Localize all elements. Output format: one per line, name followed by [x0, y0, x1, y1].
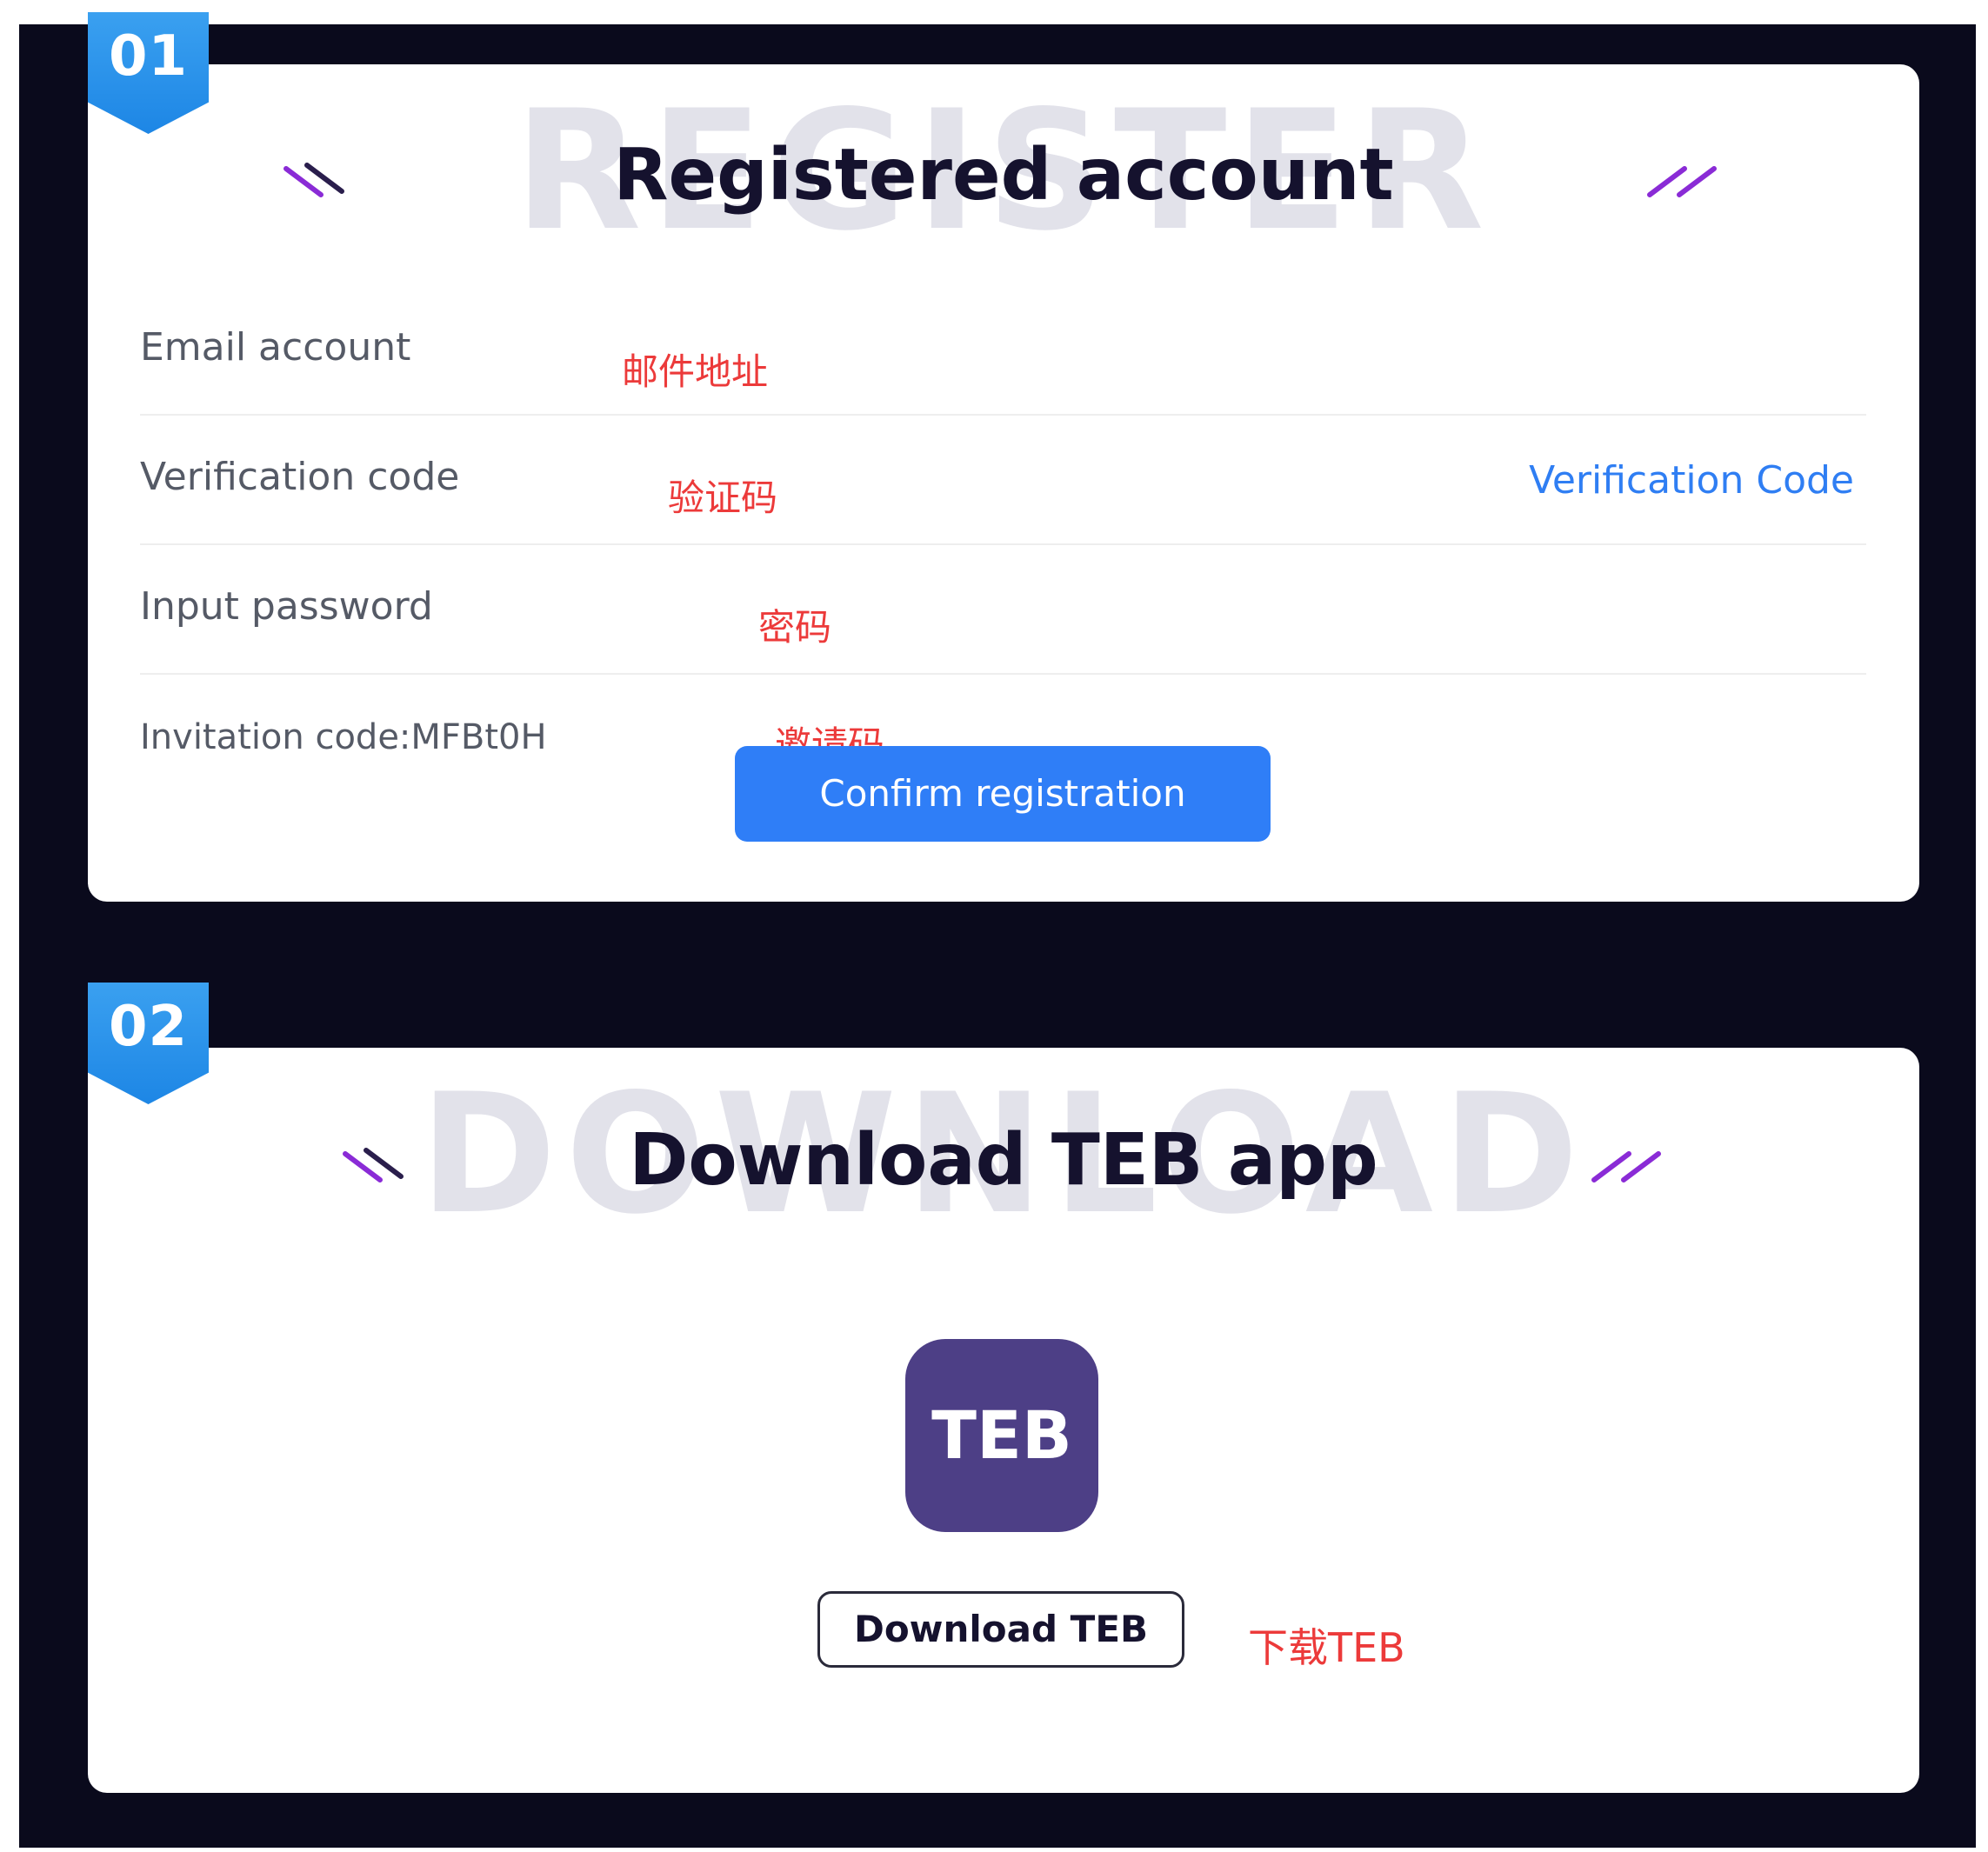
- verification-code-placeholder: Verification code: [140, 455, 460, 499]
- email-field[interactable]: Email account 邮件地址: [140, 285, 1866, 416]
- verification-code-field[interactable]: Verification code 验证码 Verification Code: [140, 415, 1866, 545]
- right-slash-decoration-icon: [1591, 1151, 1661, 1182]
- right-slash-decoration-icon: [1647, 166, 1717, 197]
- download-annotation: 下载TEB: [1248, 1624, 1405, 1671]
- confirm-registration-button[interactable]: Confirm registration: [735, 746, 1271, 842]
- send-verification-code-link[interactable]: Verification Code: [1529, 458, 1854, 503]
- invitation-code-label: Invitation code:MFBt0H: [140, 717, 547, 757]
- password-placeholder: Input password: [140, 584, 433, 629]
- register-card: REGISTER Registered account Email accoun…: [88, 64, 1919, 902]
- password-field[interactable]: Input password 密码: [140, 544, 1866, 675]
- password-annotation: 密码: [758, 606, 832, 649]
- teb-app-icon[interactable]: TEB: [905, 1339, 1098, 1532]
- email-annotation: 邮件地址: [622, 350, 769, 393]
- verification-code-annotation: 验证码: [668, 476, 778, 519]
- download-teb-button[interactable]: Download TEB: [817, 1591, 1184, 1668]
- download-card: DOWNLOAD Download TEB app TEB Download T…: [88, 1048, 1919, 1793]
- email-placeholder: Email account: [140, 325, 411, 370]
